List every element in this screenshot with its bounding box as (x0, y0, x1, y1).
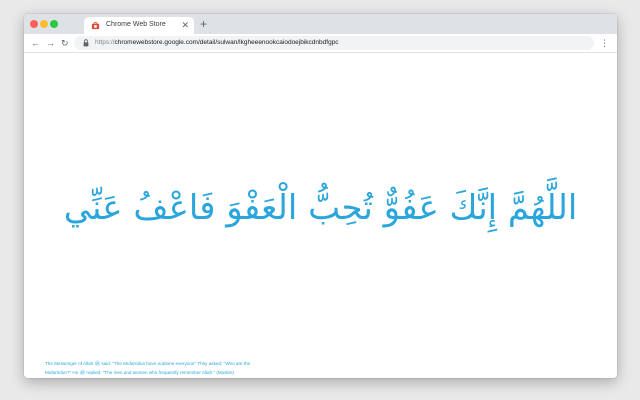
hadith-text: The Messenger of Allah ﷺ said: "The Mufa… (45, 361, 251, 375)
chrome-web-store-icon (91, 21, 100, 30)
tab-chrome-web-store[interactable]: Chrome Web Store ✕ (84, 17, 194, 34)
browser-window: Chrome Web Store ✕ + ← → ↻ https://chrom… (24, 14, 617, 378)
close-tab-icon[interactable]: ✕ (181, 19, 189, 31)
page-content: اللَّهُمَّ إِنَّكَ عَفُوٌّ تُحِبُّ الْعَ… (24, 53, 617, 378)
reload-button[interactable]: ↻ (61, 37, 69, 49)
new-tab-button[interactable]: + (200, 16, 207, 32)
close-window-button[interactable] (30, 20, 38, 28)
dua-text: اللَّهُمَّ إِنَّكَ عَفُوٌّ تُحِبُّ الْعَ… (63, 188, 578, 228)
tab-title: Chrome Web Store (106, 21, 166, 28)
back-button[interactable]: ← (31, 37, 40, 49)
url-path: chromewebstore.google.com/detail/sulwan/… (114, 39, 339, 46)
minimize-window-button[interactable] (40, 20, 48, 28)
browser-toolbar: ← → ↻ https://chromewebstore.google.com/… (24, 34, 617, 53)
address-url: https://chromewebstore.google.com/detail… (95, 39, 339, 46)
maximize-window-button[interactable] (50, 20, 58, 28)
lock-icon (83, 39, 89, 47)
browser-menu-icon[interactable]: ⋮ (600, 37, 609, 49)
address-bar[interactable]: https://chromewebstore.google.com/detail… (74, 36, 594, 50)
tab-strip: Chrome Web Store ✕ + (24, 14, 617, 34)
forward-button[interactable]: → (46, 37, 55, 49)
url-scheme: https:// (95, 39, 115, 46)
